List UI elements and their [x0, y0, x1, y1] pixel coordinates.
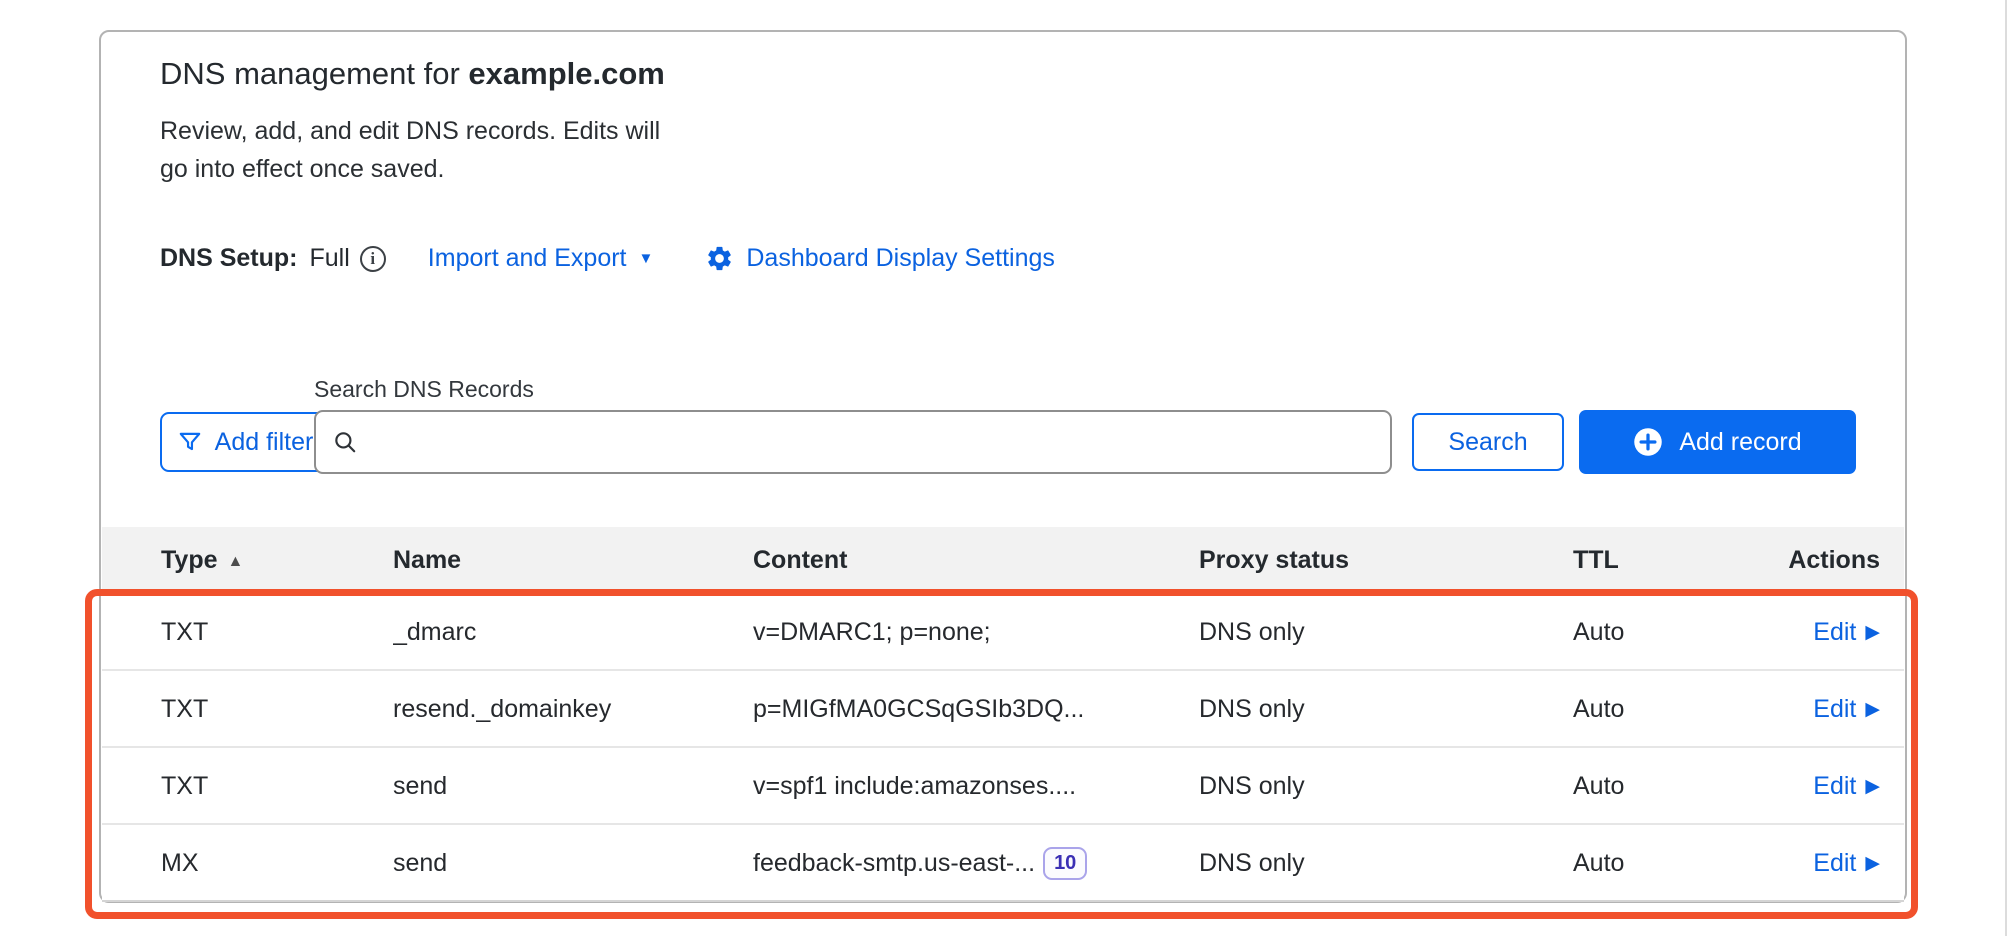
- edit-record-link[interactable]: Edit▶: [1813, 825, 1880, 902]
- cell-ttl: Auto: [1573, 825, 1773, 902]
- cell-content: p=MIGfMA0GCSqGSIb3DQ...: [753, 671, 1193, 748]
- chevron-down-icon: ▼: [639, 250, 654, 267]
- page-subtitle: Review, add, and edit DNS records. Edits…: [160, 112, 660, 188]
- dns-setup-value: Full: [310, 244, 350, 273]
- search-icon: [332, 429, 358, 455]
- table-row: MX send feedback-smtp.us-east-... 10 DNS…: [102, 825, 1904, 902]
- dns-setup-label: DNS Setup:: [160, 244, 298, 273]
- column-header-content[interactable]: Content: [753, 527, 1193, 594]
- add-record-label: Add record: [1679, 428, 1801, 457]
- dns-management-card: DNS management for example.com Review, a…: [99, 30, 1907, 903]
- page-subtitle-line1: Review, add, and edit DNS records. Edits…: [160, 112, 660, 150]
- column-header-type[interactable]: Type▲: [161, 527, 381, 594]
- cell-proxy-status: DNS only: [1199, 748, 1479, 825]
- cell-name: resend._domainkey: [393, 671, 743, 748]
- column-header-ttl[interactable]: TTL: [1573, 527, 1773, 594]
- cell-type: TXT: [161, 671, 381, 748]
- filter-funnel-icon: [177, 429, 203, 455]
- dashboard-display-settings-link[interactable]: Dashboard Display Settings: [705, 244, 1055, 273]
- column-header-proxy-status[interactable]: Proxy status: [1199, 527, 1479, 594]
- edit-record-link[interactable]: Edit▶: [1813, 594, 1880, 671]
- page-subtitle-line2: go into effect once saved.: [160, 150, 660, 188]
- add-record-button[interactable]: Add record: [1579, 410, 1856, 474]
- edit-record-link[interactable]: Edit▶: [1813, 671, 1880, 748]
- cell-name: send: [393, 748, 743, 825]
- edit-arrow-icon: ▶: [1865, 748, 1880, 825]
- page-title-prefix: DNS management for: [160, 56, 468, 91]
- dns-management-page: DNS management for example.com Review, a…: [0, 0, 2012, 936]
- edit-arrow-icon: ▶: [1865, 594, 1880, 671]
- add-filter-button[interactable]: Add filter: [160, 412, 330, 472]
- column-header-actions: Actions: [1788, 527, 1880, 594]
- cell-proxy-status: DNS only: [1199, 594, 1479, 671]
- import-export-link[interactable]: Import and Export ▼: [428, 244, 654, 273]
- cell-ttl: Auto: [1573, 594, 1773, 671]
- info-icon[interactable]: i: [360, 246, 386, 272]
- cell-ttl: Auto: [1573, 671, 1773, 748]
- cell-type: TXT: [161, 594, 381, 671]
- column-header-name[interactable]: Name: [393, 527, 743, 594]
- cell-content: v=DMARC1; p=none;: [753, 594, 1193, 671]
- search-input-container: [314, 410, 1392, 474]
- search-button[interactable]: Search: [1412, 413, 1564, 471]
- search-input[interactable]: [370, 428, 1374, 457]
- add-filter-label: Add filter: [215, 428, 314, 457]
- table-row: TXT resend._domainkey p=MIGfMA0GCSqGSIb3…: [102, 671, 1904, 748]
- page-title-domain: example.com: [468, 56, 664, 91]
- edit-arrow-icon: ▶: [1865, 825, 1880, 902]
- cell-type: TXT: [161, 748, 381, 825]
- plus-icon: [1633, 427, 1663, 457]
- page-title: DNS management for example.com: [160, 56, 665, 92]
- dashboard-display-settings-label: Dashboard Display Settings: [746, 244, 1055, 273]
- edit-arrow-icon: ▶: [1865, 671, 1880, 748]
- table-header-row: Type▲ Name Content Proxy status TTL Acti…: [102, 527, 1904, 594]
- table-row: TXT send v=spf1 include:amazonses.... DN…: [102, 748, 1904, 825]
- search-button-label: Search: [1448, 428, 1527, 457]
- cell-proxy-status: DNS only: [1199, 825, 1479, 902]
- search-records-label: Search DNS Records: [314, 376, 534, 403]
- cell-type: MX: [161, 825, 381, 902]
- import-export-label: Import and Export: [428, 244, 627, 273]
- cell-content: feedback-smtp.us-east-... 10: [753, 825, 1193, 902]
- viewport-right-edge: [2005, 0, 2007, 936]
- cell-name: _dmarc: [393, 594, 743, 671]
- cell-name: send: [393, 825, 743, 902]
- dns-setup-row: DNS Setup: Full i Import and Export ▼ Da…: [160, 244, 1055, 273]
- cell-ttl: Auto: [1573, 748, 1773, 825]
- cell-proxy-status: DNS only: [1199, 671, 1479, 748]
- edit-record-link[interactable]: Edit▶: [1813, 748, 1880, 825]
- table-row: TXT _dmarc v=DMARC1; p=none; DNS only Au…: [102, 594, 1904, 671]
- gear-icon: [705, 244, 734, 273]
- sort-ascending-icon: ▲: [228, 553, 244, 570]
- mx-priority-badge: 10: [1043, 847, 1087, 880]
- cell-content: v=spf1 include:amazonses....: [753, 748, 1193, 825]
